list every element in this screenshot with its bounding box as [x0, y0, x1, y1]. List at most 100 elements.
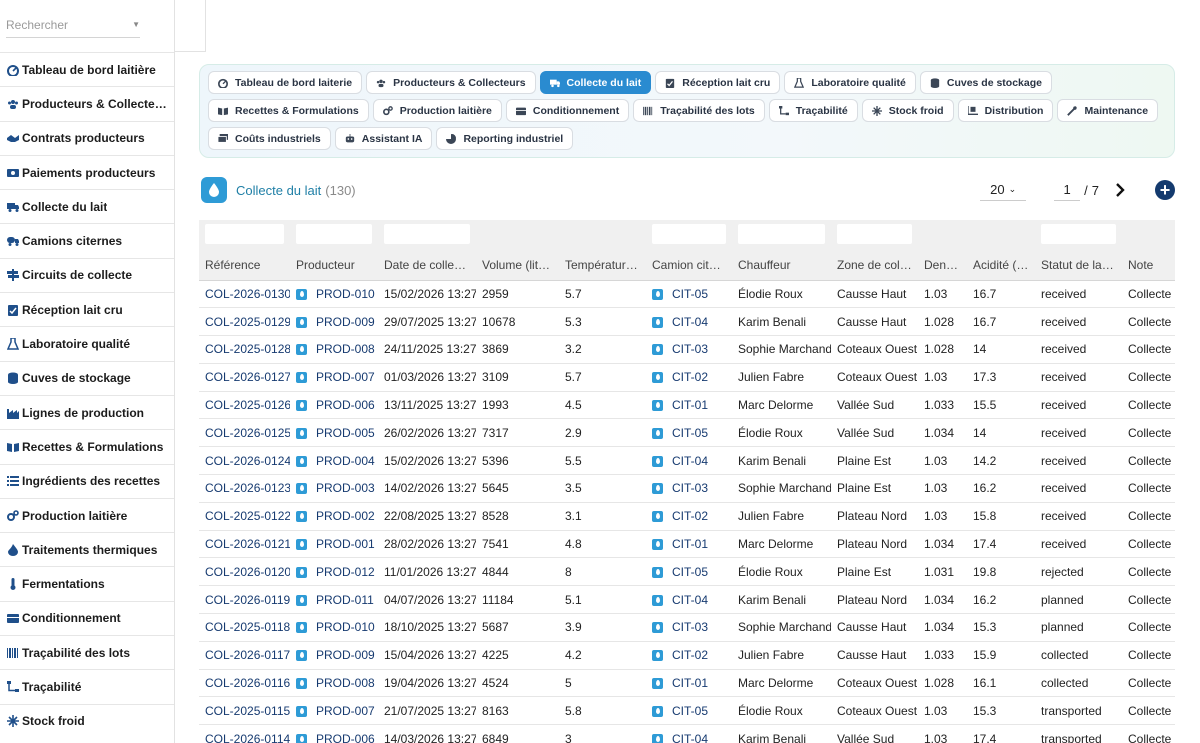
column-filter-input[interactable]: [837, 224, 912, 244]
column-header[interactable]: Camion citerne: [646, 250, 732, 281]
column-header[interactable]: Statut de la collecte: [1035, 250, 1122, 281]
add-record-button[interactable]: +: [1155, 180, 1175, 200]
table-cell[interactable]: COL-2026-0127: [199, 363, 290, 392]
table-row[interactable]: COL-2026-0116 PROD-008 19/04/2026 13:27 452…: [199, 669, 1175, 698]
table-cell[interactable]: COL-2026-0116: [199, 669, 290, 698]
sidebar-item-stock-froid[interactable]: Stock froid: [0, 703, 174, 738]
column-filter-input[interactable]: [384, 224, 470, 244]
column-header[interactable]: Volume (litres): [476, 250, 559, 281]
sidebar-item-production-laitiere[interactable]: Production laitière: [0, 497, 174, 532]
table-cell[interactable]: PROD-007: [290, 363, 378, 392]
column-header[interactable]: Producteur: [290, 250, 378, 281]
table-cell[interactable]: PROD-007: [290, 696, 378, 726]
table-cell[interactable]: CIT-02: [646, 641, 732, 670]
column-filter-input[interactable]: [652, 224, 726, 244]
sidebar-item-lignes-de-production[interactable]: Lignes de production: [0, 394, 174, 429]
column-header[interactable]: Zone de collecte: [831, 250, 918, 281]
table-row[interactable]: COL-2026-0114 PROD-006 14/03/2026 13:27 684…: [199, 724, 1175, 743]
table-cell[interactable]: COL-2026-0124: [199, 446, 290, 476]
sidebar-item-recettes-formulations[interactable]: Recettes & Formulations: [0, 429, 174, 463]
sidebar-item-tracabilite-des-lots[interactable]: Traçabilité des lots: [0, 635, 174, 669]
table-cell[interactable]: PROD-011: [290, 585, 378, 615]
table-row[interactable]: COL-2025-0118 PROD-010 18/10/2025 13:27 568…: [199, 613, 1175, 642]
table-cell[interactable]: CIT-05: [646, 557, 732, 587]
sidebar-item-ingredients-des-recettes[interactable]: Ingrédients des recettes: [0, 463, 174, 498]
tab-collecte-du-lait[interactable]: Collecte du lait: [539, 71, 652, 94]
sidebar-item-producteurs-collecteurs[interactable]: Producteurs & Collecteurs: [0, 86, 174, 120]
table-cell[interactable]: CIT-05: [646, 696, 732, 726]
tab-couts-industriels[interactable]: Coûts industriels: [208, 127, 331, 150]
table-cell[interactable]: CIT-03: [646, 613, 732, 642]
table-cell[interactable]: PROD-008: [290, 335, 378, 364]
table-cell[interactable]: CIT-04: [646, 724, 732, 743]
sidebar-item-tracabilite[interactable]: Traçabilité: [0, 669, 174, 703]
table-cell[interactable]: COL-2025-0128: [199, 335, 290, 364]
table-row[interactable]: COL-2025-0129 PROD-009 29/07/2025 13:27 106…: [199, 307, 1175, 337]
tab-cuves-de-stockage[interactable]: Cuves de stockage: [919, 71, 1052, 94]
table-row[interactable]: COL-2025-0115 PROD-007 21/07/2025 13:27 816…: [199, 696, 1175, 726]
column-header[interactable]: Chauffeur: [732, 250, 831, 281]
table-row[interactable]: COL-2026-0120 PROD-012 11/01/2026 13:27 484…: [199, 557, 1175, 587]
table-cell[interactable]: CIT-01: [646, 669, 732, 698]
table-cell[interactable]: COL-2025-0126: [199, 391, 290, 420]
column-header[interactable]: Acidité (°D): [967, 250, 1035, 281]
table-row[interactable]: COL-2025-0128 PROD-008 24/11/2025 13:27 386…: [199, 335, 1175, 364]
sidebar-item-traitements-thermiques[interactable]: Traitements thermiques: [0, 532, 174, 566]
table-cell[interactable]: COL-2026-0123: [199, 474, 290, 503]
table-cell[interactable]: PROD-012: [290, 557, 378, 587]
tab-tableau-de-bord-laiterie[interactable]: Tableau de bord laiterie: [208, 71, 363, 94]
tab-tracabilite[interactable]: Traçabilité: [768, 99, 858, 122]
table-cell[interactable]: PROD-006: [290, 391, 378, 420]
table-cell[interactable]: PROD-010: [290, 280, 378, 309]
table-row[interactable]: COL-2026-0124 PROD-004 15/02/2026 13:27 539…: [199, 446, 1175, 476]
table-cell[interactable]: COL-2026-0119: [199, 585, 290, 615]
tab-reception-lait-cru[interactable]: Réception lait cru: [655, 71, 781, 94]
sidebar-item-contrats-producteurs[interactable]: Contrats producteurs: [0, 120, 174, 155]
next-page-button[interactable]: [1115, 182, 1127, 198]
table-cell[interactable]: PROD-004: [290, 446, 378, 476]
table-cell[interactable]: COL-2026-0130: [199, 280, 290, 309]
table-cell[interactable]: COL-2026-0121: [199, 530, 290, 559]
table-row[interactable]: COL-2026-0121 PROD-001 28/02/2026 13:27 754…: [199, 530, 1175, 559]
column-filter-input[interactable]: [205, 224, 284, 244]
caret-down-icon[interactable]: ▼: [132, 20, 140, 29]
table-cell[interactable]: COL-2025-0122: [199, 502, 290, 531]
table-row[interactable]: COL-2025-0122 PROD-002 22/08/2025 13:27 852…: [199, 502, 1175, 531]
sidebar-item-laboratoire-qualite[interactable]: Laboratoire qualité: [0, 326, 174, 360]
table-cell[interactable]: PROD-010: [290, 613, 378, 642]
table-row[interactable]: COL-2026-0130 PROD-010 15/02/2026 13:27 295…: [199, 280, 1175, 309]
table-cell[interactable]: CIT-01: [646, 530, 732, 559]
tab-assistant-ia[interactable]: Assistant IA: [334, 127, 433, 150]
page-number-input[interactable]: 1: [1054, 179, 1081, 201]
table-cell[interactable]: CIT-02: [646, 363, 732, 392]
column-filter-input[interactable]: [738, 224, 825, 244]
table-cell[interactable]: PROD-001: [290, 530, 378, 559]
table-row[interactable]: COL-2026-0117 PROD-009 15/04/2026 13:27 422…: [199, 641, 1175, 670]
tab-production-laitiere[interactable]: Production laitière: [372, 99, 502, 122]
tab-reporting-industriel[interactable]: Reporting industriel: [436, 127, 574, 150]
sidebar-item-fermentations[interactable]: Fermentations: [0, 566, 174, 600]
search-input[interactable]: [6, 17, 116, 32]
tab-producteurs-collecteurs[interactable]: Producteurs & Collecteurs: [366, 71, 536, 94]
table-cell[interactable]: CIT-04: [646, 446, 732, 476]
sidebar-item-conditionnement[interactable]: Conditionnement: [0, 600, 174, 635]
tab-conditionnement[interactable]: Conditionnement: [505, 99, 630, 122]
sidebar-item-collecte-du-lait[interactable]: Collecte du lait: [0, 189, 174, 223]
table-cell[interactable]: CIT-02: [646, 502, 732, 531]
table-cell[interactable]: PROD-009: [290, 307, 378, 337]
table-row[interactable]: COL-2026-0119 PROD-011 04/07/2026 13:27 111…: [199, 585, 1175, 615]
column-header[interactable]: Note: [1122, 250, 1175, 281]
tab-distribution[interactable]: Distribution: [957, 99, 1054, 122]
sidebar-item-paiements-producteurs[interactable]: Paiements producteurs: [0, 154, 174, 189]
table-cell[interactable]: COL-2026-0117: [199, 641, 290, 670]
sidebar-item-camions-citernes[interactable]: Camions citernes: [0, 223, 174, 257]
table-row[interactable]: COL-2026-0123 PROD-003 14/02/2026 13:27 564…: [199, 474, 1175, 503]
table-cell[interactable]: COL-2025-0118: [199, 613, 290, 642]
table-cell[interactable]: CIT-01: [646, 391, 732, 420]
table-cell[interactable]: CIT-04: [646, 307, 732, 337]
table-cell[interactable]: CIT-05: [646, 418, 732, 448]
table-cell[interactable]: COL-2026-0120: [199, 557, 290, 587]
search-select[interactable]: ▼: [6, 12, 140, 38]
tab-tracabilite-des-lots[interactable]: Traçabilité des lots: [633, 99, 765, 122]
table-cell[interactable]: CIT-05: [646, 280, 732, 309]
